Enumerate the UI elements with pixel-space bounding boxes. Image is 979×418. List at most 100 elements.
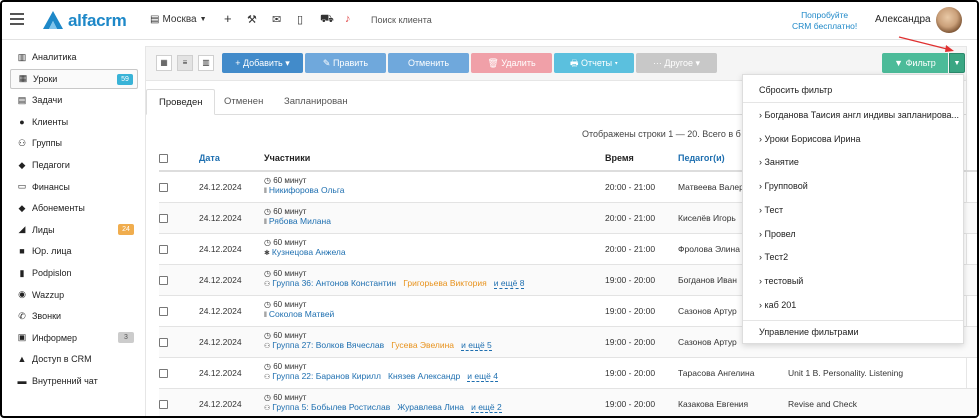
row-checkbox[interactable] (159, 368, 168, 378)
row-checkbox[interactable] (159, 244, 168, 254)
chevron-down-icon: ▼ (199, 16, 207, 23)
participant-link[interactable]: Гусева Эвелина (391, 340, 454, 350)
sidebar-item-label: Юр. лица (32, 246, 72, 257)
cart-icon[interactable]: ⛟ (320, 13, 334, 27)
participants: ǁ Рябова Милана (264, 216, 605, 228)
row-checkbox[interactable] (159, 213, 168, 223)
sidebar-item[interactable]: ▬ Внутренний чат (10, 371, 138, 391)
duration: ◷ 60 минут (264, 393, 605, 402)
promo-link[interactable]: Попробуйте CRM бесплатно! (792, 10, 857, 32)
date-cell: 24.12.2024 (199, 388, 264, 416)
branch-select[interactable]: ▤ Москва ▼ (150, 14, 207, 25)
list-view-button[interactable]: ≡ (177, 55, 193, 71)
delete-button[interactable]: 🗑 Удалить (471, 53, 552, 73)
sidebar-item[interactable]: ◆ Абонементы (10, 198, 138, 218)
saved-filter-item[interactable]: › Провел (759, 229, 796, 239)
avatar[interactable] (936, 7, 962, 33)
sidebar-item-label: Задачи (32, 95, 63, 106)
participant-link[interactable]: Группа 22: Баранов Кирилл (272, 371, 381, 381)
saved-filter-item[interactable]: › Уроки Борисова Ирина (759, 134, 861, 144)
sidebar-item[interactable]: ◆ Педагоги (10, 155, 138, 175)
participant-link[interactable]: Никифорова Ольга (269, 185, 345, 195)
duration-text: 60 минут (273, 207, 307, 216)
reset-filter-item[interactable]: Сбросить фильтр (759, 85, 832, 95)
logo-text: alfacrm (68, 11, 127, 30)
sidebar-item[interactable]: ▤ Задачи (10, 90, 138, 110)
sidebar-item[interactable]: ▮ Podpislon (10, 263, 138, 283)
logo[interactable]: alfacrm (42, 10, 127, 32)
participant-link[interactable]: Соколов Матвей (269, 309, 334, 319)
plus-icon[interactable]: + (224, 11, 232, 26)
phone-icon: ✆ (18, 310, 26, 321)
mobile-icon[interactable]: ▯ (297, 13, 303, 26)
participant-link[interactable]: Кузнецова Анжела (272, 247, 346, 257)
count-badge: 24 (118, 223, 134, 235)
mail-icon[interactable]: ✉ (272, 13, 281, 26)
saved-filter-item[interactable]: › Тест2 (759, 252, 788, 262)
grid-view-button[interactable]: ▥ (198, 55, 214, 71)
username[interactable]: Александра (875, 14, 931, 25)
topic-cell: Unit 1 B. Personality. Listening (788, 357, 977, 389)
saved-filter-item[interactable]: › каб 201 (759, 300, 796, 310)
calendar-icon: ▦ (18, 73, 28, 84)
more-participants-link[interactable]: и ещё 2 (471, 402, 502, 413)
tab-conducted[interactable]: Проведен (146, 89, 216, 115)
date-cell: 24.12.2024 (199, 202, 264, 234)
teacher-cell: Казакова Евгения (678, 388, 788, 416)
tab-cancelled[interactable]: Отменен (212, 89, 275, 115)
menu-icon[interactable] (10, 13, 24, 25)
participant-link[interactable]: Группа 36: Антонов Константин (272, 278, 396, 288)
participant-link[interactable]: Журавлева Лина (397, 402, 464, 412)
saved-filter-item[interactable]: › Групповой (759, 181, 808, 191)
sidebar-item[interactable]: ✆ Звонки (10, 306, 138, 326)
more-participants-link[interactable]: и ещё 5 (461, 340, 492, 351)
row-checkbox[interactable] (159, 337, 168, 347)
participant-link[interactable]: Григорьева Виктория (403, 278, 486, 288)
more-participants-link[interactable]: и ещё 8 (493, 278, 525, 289)
date-header[interactable]: Дата (199, 145, 264, 172)
reports-button[interactable]: 🖶 Отчеты ▾ (554, 53, 634, 73)
sidebar-item[interactable]: ◉ Wazzup (10, 285, 138, 305)
sidebar-item[interactable]: ■ Юр. лица (10, 241, 138, 261)
saved-filter-item[interactable]: › Тест (759, 205, 783, 215)
row-checkbox[interactable] (159, 182, 168, 192)
wrench-icon[interactable]: ⚒ (247, 13, 257, 26)
date-cell: 24.12.2024 (199, 326, 264, 358)
row-checkbox[interactable] (159, 306, 168, 316)
table-row[interactable]: 24.12.2024 ◷ 60 минут ⚇ Группа 5: Бобылев Р… (159, 388, 977, 416)
select-all-checkbox[interactable] (159, 153, 168, 163)
sidebar-item[interactable]: ▦ Уроки 59 (10, 68, 138, 89)
sidebar-item[interactable]: ▲ Доступ в CRM (10, 349, 138, 369)
duration-text: 60 минут (273, 393, 307, 402)
participant-link[interactable]: Рябова Милана (269, 216, 331, 226)
user-icon: ● (19, 116, 25, 127)
duration-text: 60 минут (273, 176, 307, 186)
add-button[interactable]: + Добавить ▾ (222, 53, 303, 73)
manage-filters-item[interactable]: Управление фильтрами (759, 327, 859, 337)
edit-button[interactable]: ✎ Править (305, 53, 386, 73)
tab-planned[interactable]: Запланирован (272, 89, 360, 115)
cancel-button[interactable]: Отменить (388, 53, 469, 73)
sidebar-item[interactable]: ▣ Информер 3 (10, 328, 138, 348)
participant-link[interactable]: Группа 27: Волков Вячеслав (272, 340, 384, 350)
row-checkbox[interactable] (159, 399, 168, 409)
saved-filter-item[interactable]: › Богданова Таисия англ индивы запланиро… (759, 110, 959, 120)
sidebar-item[interactable]: ▥ Аналитика (10, 47, 138, 67)
sidebar-item[interactable]: ▭ Финансы (10, 177, 138, 197)
saved-filter-item[interactable]: › Занятие (759, 157, 799, 167)
table-row[interactable]: 24.12.2024 ◷ 60 минут ⚇ Группа 22: Баранов … (159, 357, 977, 389)
more-participants-link[interactable]: и ещё 4 (467, 371, 498, 382)
sidebar-item[interactable]: ◢ Лиды 24 (10, 220, 138, 240)
row-checkbox[interactable] (159, 275, 168, 285)
search-input[interactable]: Поиск клиента (371, 15, 432, 25)
bell-icon[interactable]: ♪ (345, 13, 351, 25)
other-button[interactable]: ··· Другое ▾ (636, 53, 717, 73)
participant-link[interactable]: Группа 5: Бобылев Ростислав (272, 402, 390, 412)
participant-link[interactable]: Князев Александр (388, 371, 460, 381)
saved-filter-item[interactable]: › тестовый (759, 276, 803, 286)
dropdown-divider (743, 320, 963, 321)
calendar-view-button[interactable]: ▦ (156, 55, 172, 71)
count-badge: 3 (118, 331, 134, 343)
sidebar-item[interactable]: ⚇ Группы (10, 133, 138, 153)
sidebar-item[interactable]: ● Клиенты (10, 112, 138, 132)
